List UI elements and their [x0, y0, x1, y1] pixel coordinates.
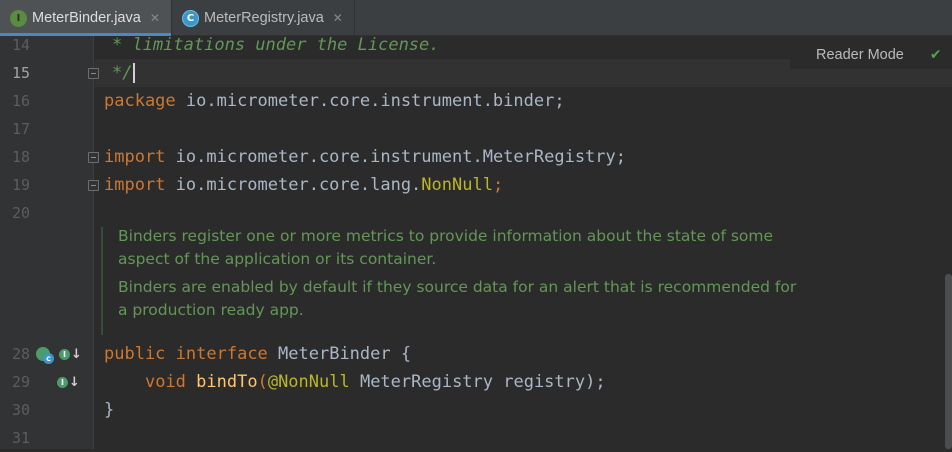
reader-mode-button[interactable]: Reader Mode	[816, 47, 904, 63]
rendered-javadoc[interactable]: Binders register one or more metrics to …	[101, 227, 803, 335]
keyword: void	[144, 372, 186, 392]
line-number: 19	[11, 176, 30, 194]
interface-declaration: MeterBinder {	[267, 344, 412, 364]
line-number: 29	[11, 373, 30, 391]
gutter-marker-row-28: I↓	[36, 340, 82, 368]
code-line-15: */	[112, 59, 136, 87]
paren: (	[257, 372, 268, 392]
comment-end: */	[112, 63, 133, 83]
line-number: 16	[11, 92, 30, 110]
implemented-by-icon[interactable]: I ↓	[57, 375, 80, 390]
keyword: interface	[175, 344, 268, 364]
line-number: 18	[11, 148, 30, 166]
editor-gutter[interactable]: 14 15 16 17 18 19 20 28 29 30 31 I↓ I↓	[0, 36, 99, 449]
keyword: import	[104, 147, 166, 167]
check-icon[interactable]: ✔	[930, 47, 942, 63]
interface-file-icon: I	[10, 9, 27, 27]
implemented-by-class-icon[interactable]	[36, 347, 54, 364]
close-icon[interactable]: ✕	[333, 11, 343, 25]
line-number: 28	[11, 345, 30, 363]
reader-mode-toolbar: Reader Mode ✔	[790, 41, 952, 69]
line-number: 17	[11, 120, 30, 138]
keyword: import	[104, 175, 166, 195]
package-name: io.micrometer.core.instrument.binder;	[175, 91, 565, 111]
code-line-29: void bindTo(@NonNull MeterRegistry regis…	[104, 368, 606, 396]
line-number: 20	[11, 204, 30, 222]
tab-label: MeterBinder.java	[32, 10, 141, 26]
code-editor[interactable]: * limitations under the License. */ pack…	[95, 35, 952, 449]
method-name: bindTo	[196, 372, 258, 392]
javadoc-paragraph: Binders are enabled by default if they s…	[118, 278, 797, 319]
code-line-28: public interface MeterBinder {	[104, 340, 411, 368]
annotation-name: NonNull	[421, 175, 493, 195]
class-file-icon: C	[182, 9, 199, 27]
import-path: io.micrometer.core.instrument.MeterRegis…	[165, 147, 626, 167]
annotation: @NonNull	[267, 372, 350, 392]
fold-toggle-icon[interactable]	[88, 180, 99, 191]
parameter-list: MeterRegistry registry);	[349, 372, 606, 392]
vertical-scrollbar[interactable]	[945, 274, 952, 449]
tab-label: MeterRegistry.java	[204, 10, 324, 26]
fold-toggle-icon[interactable]	[88, 68, 99, 79]
code-line-18: import io.micrometer.core.instrument.Met…	[104, 143, 626, 171]
text-caret	[133, 63, 136, 83]
javadoc-paragraph: Binders register one or more metrics to …	[118, 227, 774, 268]
line-number: 31	[11, 429, 30, 447]
line-number: 14	[11, 36, 30, 54]
close-icon[interactable]: ✕	[150, 11, 160, 25]
import-path: io.micrometer.core.lang.	[165, 175, 422, 195]
code-line-30: }	[104, 400, 115, 420]
code-line-14: * limitations under the License.	[112, 35, 440, 55]
fold-toggle-icon[interactable]	[88, 152, 99, 163]
implemented-by-icon[interactable]: I ↓	[59, 347, 82, 362]
gutter-marker-row-29: I ↓	[57, 368, 80, 396]
code-line-16: package io.micrometer.core.instrument.bi…	[104, 87, 565, 115]
line-number-current: 15	[11, 64, 30, 82]
keyword: public	[104, 344, 166, 364]
semicolon: ;	[492, 175, 504, 195]
keyword: package	[104, 91, 176, 111]
code-line-19: import io.micrometer.core.lang.NonNull;	[104, 171, 503, 199]
line-number: 30	[11, 401, 30, 419]
